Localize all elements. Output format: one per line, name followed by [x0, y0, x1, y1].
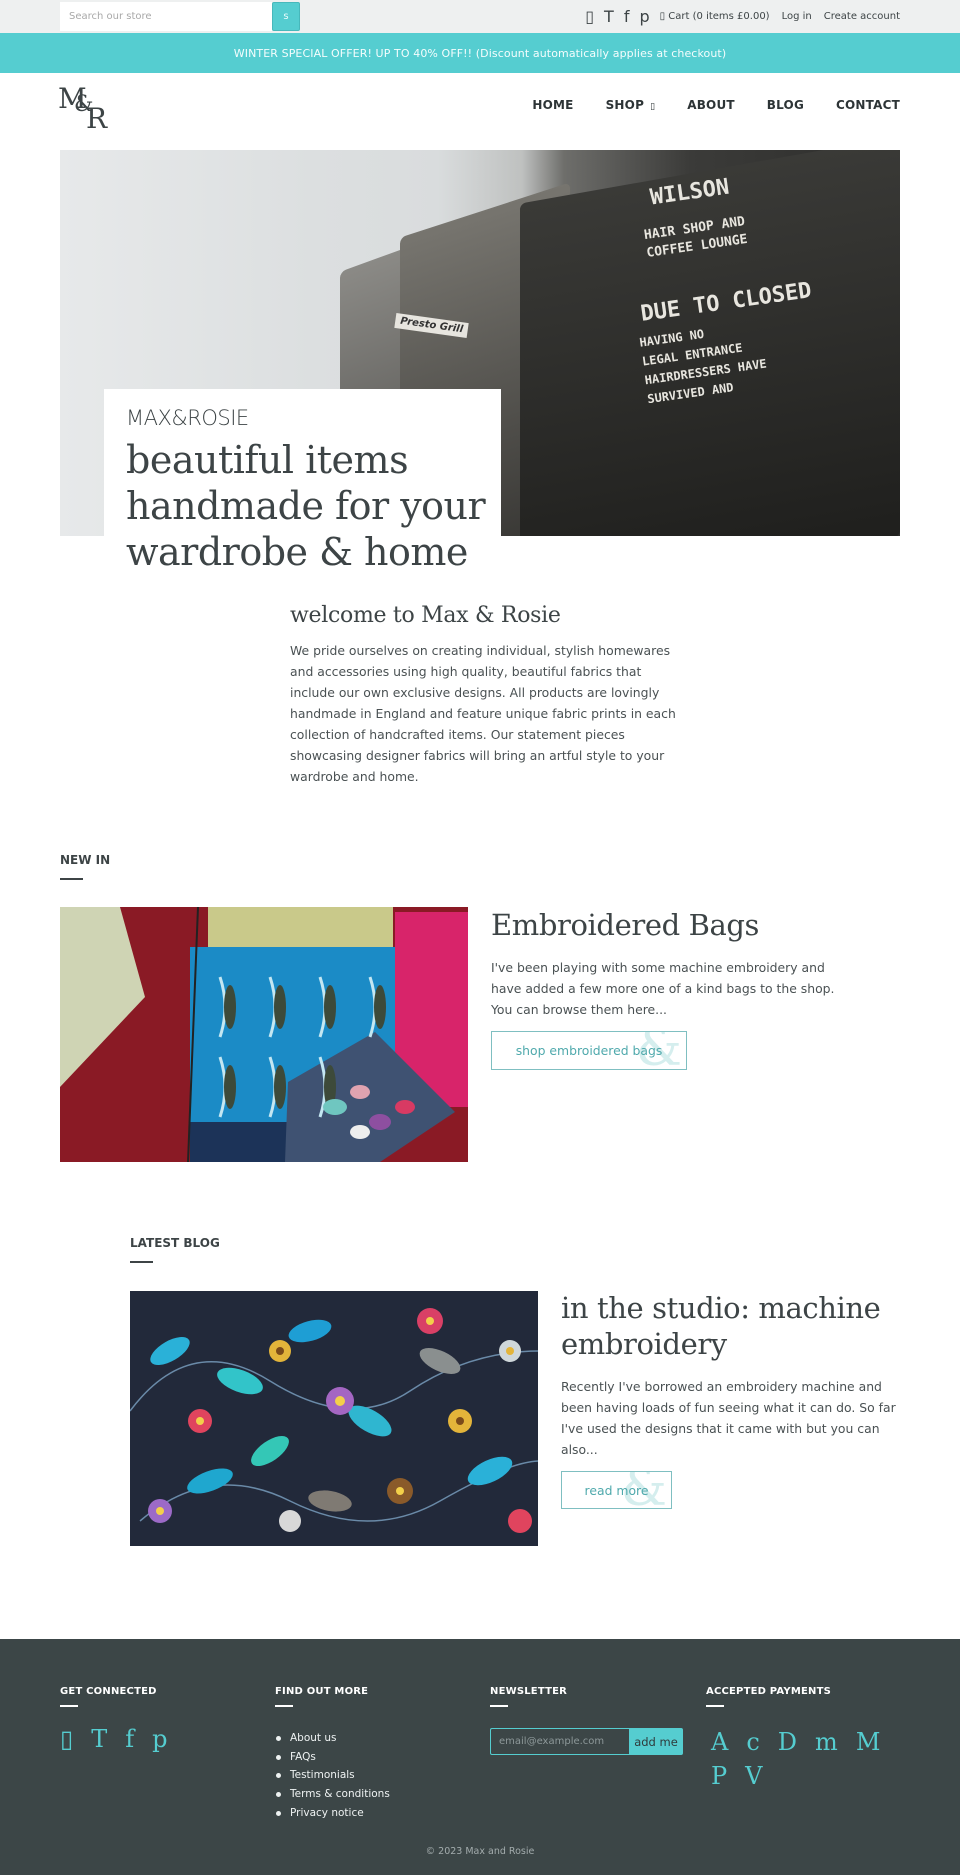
blog-post-excerpt: Recently I've borrowed an embroidery mac…: [561, 1379, 896, 1457]
footer-get-connected: GET CONNECTED ▯ T f p: [60, 1686, 168, 1751]
payment-icons: A c D m M P V: [706, 1727, 896, 1791]
twitter-icon[interactable]: T: [91, 1727, 107, 1751]
facebook-icon[interactable]: f: [125, 1727, 134, 1751]
amex-icon: A: [711, 1728, 729, 1756]
blog-post-title: in the studio: machine embroidery: [561, 1291, 881, 1361]
button-label: read more: [584, 1482, 649, 1498]
latest-blog-heading: LATEST BLOG: [130, 1236, 220, 1250]
nav-blog[interactable]: BLOG: [767, 98, 804, 112]
embroidered-bags-illustration: [60, 907, 468, 1162]
welcome-section: welcome to Max & Rosie We pride ourselve…: [290, 603, 680, 787]
newsletter-email-input[interactable]: [490, 1728, 629, 1755]
new-in-title: Embroidered Bags: [491, 908, 760, 942]
newsletter-form: add me: [490, 1728, 683, 1755]
newsletter-submit-button[interactable]: add me: [629, 1728, 683, 1755]
maestro-icon: m: [815, 1728, 838, 1756]
footer-link-testimonials[interactable]: Testimonials: [275, 1766, 390, 1785]
logo-r: R: [86, 102, 108, 135]
twitter-icon[interactable]: T: [604, 7, 614, 26]
facebook-glyph: f: [125, 1725, 135, 1753]
footer-link-terms[interactable]: Terms & conditions: [275, 1785, 390, 1804]
search-icon: s: [283, 11, 289, 22]
nav-shop[interactable]: SHOP ▯: [606, 98, 656, 112]
embroidered-bags-image[interactable]: [60, 907, 468, 1162]
footer-payments: ACCEPTED PAYMENTS A c D m M P V: [706, 1686, 896, 1791]
instagram-glyph: ▯: [60, 1725, 74, 1753]
footer-links: About us FAQs Testimonials Terms & condi…: [275, 1729, 390, 1823]
search-form: s: [60, 2, 300, 31]
cart-link[interactable]: ▯ Cart (0 items £0.00): [660, 11, 770, 22]
section-divider: [130, 1261, 153, 1263]
site-logo[interactable]: M & R: [58, 82, 116, 135]
facebook-icon[interactable]: f: [624, 7, 630, 26]
welcome-text: We pride ourselves on creating individua…: [290, 643, 676, 784]
hero-caption-card: MAX&ROSIE beautiful items handmade for y…: [104, 389, 501, 574]
blog-post-image[interactable]: [130, 1291, 538, 1546]
instagram-icon[interactable]: ▯: [585, 7, 594, 26]
twitter-glyph: T: [91, 1725, 108, 1753]
visa-icon: V: [745, 1762, 763, 1790]
yellow-bag: [208, 907, 393, 952]
footer-heading: NEWSLETTER: [490, 1686, 568, 1697]
chevron-down-icon: ▯: [650, 102, 656, 112]
nav-shop-label: SHOP: [605, 98, 645, 112]
top-bar: s ▯ T f p ▯ Cart (0 items £0.00) Log in …: [0, 0, 960, 33]
create-account-link[interactable]: Create account: [824, 11, 900, 22]
footer-social-links: ▯ T f p: [60, 1727, 168, 1751]
new-in-text: I've been playing with some machine embr…: [491, 960, 835, 1017]
button-label: shop embroidered bags: [515, 1043, 663, 1058]
pinterest-icon[interactable]: p: [639, 7, 649, 26]
footer-find-out-more: FIND OUT MORE About us FAQs Testimonials…: [275, 1686, 390, 1823]
footer-divider: [706, 1705, 724, 1707]
footer-heading: FIND OUT MORE: [275, 1686, 369, 1697]
nav-home[interactable]: HOME: [532, 98, 573, 112]
paypal-icon: P: [711, 1762, 728, 1790]
search-input[interactable]: [60, 2, 272, 31]
login-link[interactable]: Log in: [782, 11, 812, 22]
footer-link-privacy[interactable]: Privacy notice: [275, 1804, 390, 1823]
main-nav: HOME SHOP ▯ ABOUT BLOG CONTACT: [500, 98, 900, 112]
welcome-title: welcome to Max & Rosie: [290, 603, 561, 628]
shop-embroidered-bags-button[interactable]: & shop embroidered bags: [491, 1031, 687, 1070]
footer-heading: ACCEPTED PAYMENTS: [706, 1686, 832, 1697]
footer-link-about-us[interactable]: About us: [275, 1729, 390, 1748]
embroidery-illustration: [130, 1291, 538, 1546]
footer-link-faqs[interactable]: FAQs: [275, 1748, 390, 1767]
mastercard-icon: M: [855, 1728, 881, 1756]
brand-wordmark: MAX&ROSIE: [126, 406, 249, 430]
pinterest-icon[interactable]: p: [152, 1727, 167, 1751]
pinterest-glyph: p: [152, 1725, 168, 1753]
announcement-bar: WINTER SPECIAL OFFER! UP TO 40% OFF!! (D…: [0, 33, 960, 73]
section-divider: [60, 878, 83, 880]
instagram-icon[interactable]: ▯: [60, 1727, 73, 1751]
footer-divider: [275, 1705, 293, 1707]
hero-title: beautiful items handmade for your wardro…: [126, 438, 486, 574]
nav-about[interactable]: ABOUT: [687, 98, 735, 112]
top-social-links: ▯ T f p: [585, 7, 649, 26]
top-utility-links: ▯ T f p ▯ Cart (0 items £0.00) Log in Cr…: [585, 0, 900, 33]
read-more-button[interactable]: & read more: [561, 1471, 672, 1509]
footer-divider: [490, 1705, 508, 1707]
footer-newsletter: NEWSLETTER add me: [490, 1686, 683, 1755]
new-in-heading: NEW IN: [60, 853, 111, 867]
diners-icon: D: [777, 1728, 798, 1756]
search-button[interactable]: s: [272, 2, 300, 31]
cirrus-icon: c: [746, 1728, 760, 1756]
copyright-text: © 2023 Max and Rosie: [425, 1846, 535, 1857]
footer-divider: [60, 1705, 78, 1707]
nav-contact[interactable]: CONTACT: [836, 98, 900, 112]
footer-heading: GET CONNECTED: [60, 1686, 157, 1697]
